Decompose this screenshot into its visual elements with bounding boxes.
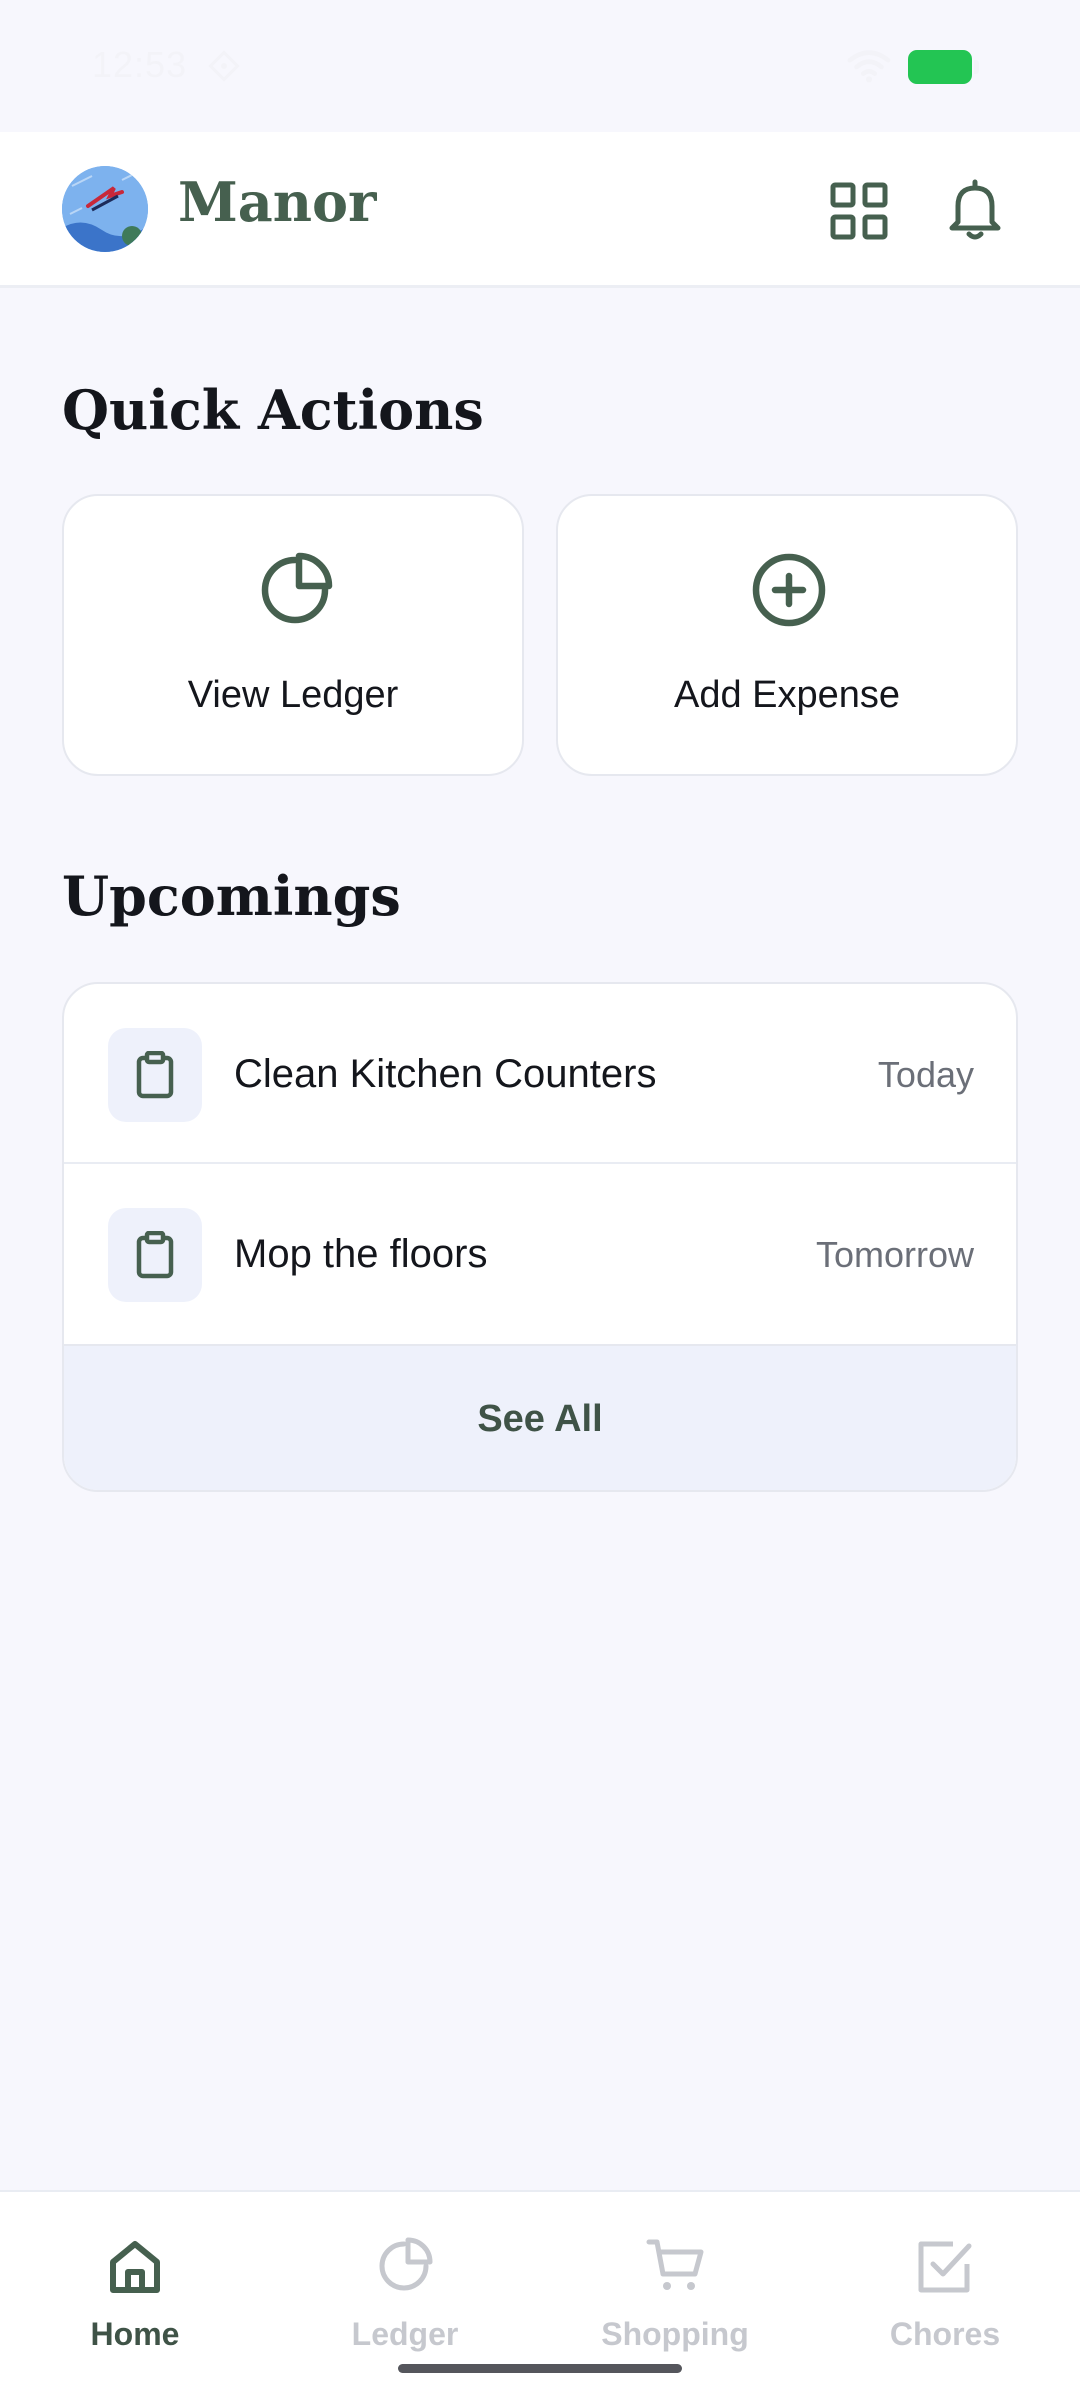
view-ledger-label: View Ledger [187, 674, 399, 716]
checkbox-icon [918, 2241, 972, 2293]
chore-title: Mop the floors [234, 1232, 488, 1276]
avatar[interactable] [62, 166, 148, 252]
quick-actions-title: Quick Actions [62, 378, 484, 442]
chore-icon-box [108, 1028, 202, 1122]
home-icon [110, 2241, 160, 2293]
app-screen: 12:53 Manor Quick Actions View Ledger Ad… [0, 0, 1080, 2400]
clipboard-icon [136, 1231, 174, 1279]
view-ledger-button[interactable]: View Ledger [62, 494, 524, 776]
pie-chart-icon [379, 2237, 433, 2291]
status-time: 12:53 [92, 44, 188, 85]
cart-icon [646, 2239, 704, 2290]
upcomings-list: Clean Kitchen Counters Today Mop the flo… [62, 982, 1018, 1492]
avatar-image [62, 166, 148, 252]
see-all-button[interactable]: See All [64, 1344, 1016, 1490]
nav-item-chores[interactable]: Chores [810, 2192, 1080, 2400]
chore-due-date: Today [877, 1054, 974, 1095]
list-item[interactable]: Mop the floors Tomorrow [64, 1164, 1016, 1344]
battery-icon [908, 50, 979, 84]
clipboard-icon [136, 1051, 174, 1099]
app-bar: Manor [0, 132, 1080, 288]
wifi-icon [847, 50, 891, 83]
grid-icon[interactable] [830, 182, 888, 240]
pie-chart-icon [261, 552, 333, 624]
nav-label-chores: Chores [889, 2316, 1001, 2352]
add-expense-button[interactable]: Add Expense [556, 494, 1018, 776]
nav-label-home: Home [90, 2316, 180, 2352]
plus-circle-icon [752, 553, 826, 627]
status-bar: 12:53 [0, 0, 1080, 132]
nav-label-shopping: Shopping [601, 2316, 749, 2352]
chore-due-date: Tomorrow [815, 1234, 974, 1275]
chore-icon-box [108, 1208, 202, 1302]
chore-title: Clean Kitchen Counters [234, 1052, 657, 1096]
sync-icon [208, 50, 240, 82]
bell-icon[interactable] [944, 178, 1006, 242]
home-indicator[interactable] [398, 2364, 682, 2373]
add-expense-label: Add Expense [673, 674, 901, 716]
nav-item-home[interactable]: Home [0, 2192, 270, 2400]
upcomings-title: Upcomings [62, 864, 401, 928]
app-title: Manor [178, 170, 377, 234]
nav-label-ledger: Ledger [351, 2316, 459, 2352]
list-item[interactable]: Clean Kitchen Counters Today [64, 984, 1016, 1164]
